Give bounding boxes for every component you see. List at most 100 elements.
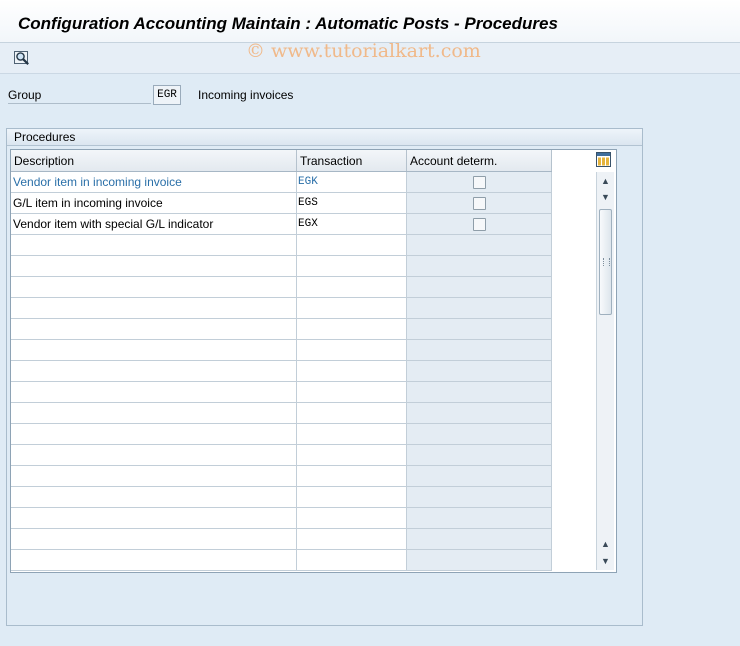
account-determ-cell bbox=[407, 193, 552, 214]
empty-cell bbox=[407, 550, 552, 571]
scrollbar-thumb[interactable] bbox=[599, 209, 612, 315]
scroll-up-icon[interactable]: ▲ bbox=[597, 173, 614, 189]
empty-table-row[interactable] bbox=[11, 340, 552, 361]
empty-cell bbox=[407, 319, 552, 340]
account-determ-checkbox[interactable] bbox=[472, 217, 486, 231]
empty-table-row[interactable] bbox=[11, 445, 552, 466]
empty-cell bbox=[407, 403, 552, 424]
empty-cell[interactable] bbox=[11, 382, 297, 403]
empty-cell bbox=[407, 466, 552, 487]
empty-cell[interactable] bbox=[11, 466, 297, 487]
empty-table-row[interactable] bbox=[11, 235, 552, 256]
empty-cell[interactable] bbox=[297, 319, 407, 340]
empty-table-row[interactable] bbox=[11, 529, 552, 550]
empty-table-row[interactable] bbox=[11, 298, 552, 319]
empty-table-row[interactable] bbox=[11, 424, 552, 445]
account-determ-cell bbox=[407, 172, 552, 193]
empty-cell[interactable] bbox=[11, 445, 297, 466]
empty-cell[interactable] bbox=[11, 340, 297, 361]
empty-table-row[interactable] bbox=[11, 361, 552, 382]
scroll-up-icon[interactable]: ▲ bbox=[597, 536, 614, 552]
description-cell[interactable]: G/L item in incoming invoice bbox=[11, 193, 297, 214]
find-icon bbox=[14, 51, 29, 65]
window-title: Configuration Accounting Maintain : Auto… bbox=[18, 14, 558, 33]
empty-cell[interactable] bbox=[297, 550, 407, 571]
empty-cell[interactable] bbox=[297, 361, 407, 382]
scroll-down-icon[interactable]: ▼ bbox=[597, 189, 614, 205]
watermark: © www.tutorialkart.com bbox=[246, 40, 481, 62]
table-body: Vendor item in incoming invoice EGK G/L … bbox=[11, 172, 552, 571]
empty-cell[interactable] bbox=[297, 466, 407, 487]
transaction-cell[interactable]: EGS bbox=[297, 193, 407, 214]
empty-cell bbox=[407, 487, 552, 508]
empty-table-row[interactable] bbox=[11, 508, 552, 529]
empty-cell[interactable] bbox=[11, 403, 297, 424]
empty-cell[interactable] bbox=[297, 235, 407, 256]
empty-table-row[interactable] bbox=[11, 487, 552, 508]
empty-cell[interactable] bbox=[297, 382, 407, 403]
empty-cell[interactable] bbox=[11, 277, 297, 298]
empty-cell[interactable] bbox=[297, 487, 407, 508]
empty-cell[interactable] bbox=[11, 256, 297, 277]
account-determ-checkbox[interactable] bbox=[472, 175, 486, 189]
vertical-scrollbar[interactable]: ▲ ▼ ▲ ▼ bbox=[596, 172, 614, 570]
empty-cell bbox=[407, 235, 552, 256]
empty-table-row[interactable] bbox=[11, 403, 552, 424]
empty-cell bbox=[407, 361, 552, 382]
group-label: Group bbox=[8, 88, 151, 104]
empty-cell[interactable] bbox=[297, 508, 407, 529]
empty-cell[interactable] bbox=[11, 424, 297, 445]
empty-cell[interactable] bbox=[11, 508, 297, 529]
procedures-table: Description Transaction Account determ. … bbox=[10, 149, 617, 573]
empty-cell bbox=[407, 382, 552, 403]
empty-cell bbox=[407, 256, 552, 277]
scroll-down-icon[interactable]: ▼ bbox=[597, 553, 614, 569]
group-field[interactable]: EGR bbox=[153, 85, 181, 105]
empty-cell bbox=[407, 445, 552, 466]
empty-cell[interactable] bbox=[11, 319, 297, 340]
column-header-transaction[interactable]: Transaction bbox=[297, 150, 407, 171]
empty-cell[interactable] bbox=[11, 298, 297, 319]
group-description: Incoming invoices bbox=[198, 88, 294, 102]
find-button[interactable] bbox=[12, 48, 32, 68]
empty-cell bbox=[407, 424, 552, 445]
table-row[interactable]: Vendor item in incoming invoice EGK bbox=[11, 172, 552, 193]
empty-table-row[interactable] bbox=[11, 256, 552, 277]
description-cell[interactable]: Vendor item in incoming invoice bbox=[11, 172, 297, 193]
transaction-cell[interactable]: EGX bbox=[297, 214, 407, 235]
empty-cell bbox=[407, 298, 552, 319]
empty-table-row[interactable] bbox=[11, 277, 552, 298]
table-header: Description Transaction Account determ. bbox=[11, 150, 552, 172]
empty-cell[interactable] bbox=[297, 256, 407, 277]
empty-cell[interactable] bbox=[11, 550, 297, 571]
empty-cell[interactable] bbox=[297, 445, 407, 466]
empty-cell bbox=[407, 508, 552, 529]
column-header-description[interactable]: Description bbox=[11, 150, 297, 171]
grip-icon bbox=[603, 258, 610, 266]
table-settings-button[interactable] bbox=[595, 151, 612, 168]
table-row[interactable]: G/L item in incoming invoice EGS bbox=[11, 193, 552, 214]
empty-cell[interactable] bbox=[297, 529, 407, 550]
empty-table-row[interactable] bbox=[11, 466, 552, 487]
table-row[interactable]: Vendor item with special G/L indicator E… bbox=[11, 214, 552, 235]
account-determ-cell bbox=[407, 214, 552, 235]
empty-cell[interactable] bbox=[297, 298, 407, 319]
empty-table-row[interactable] bbox=[11, 550, 552, 571]
empty-cell bbox=[407, 529, 552, 550]
empty-cell[interactable] bbox=[297, 403, 407, 424]
table-settings-icon bbox=[596, 152, 611, 167]
empty-cell[interactable] bbox=[11, 487, 297, 508]
empty-cell[interactable] bbox=[297, 424, 407, 445]
empty-table-row[interactable] bbox=[11, 319, 552, 340]
description-cell[interactable]: Vendor item with special G/L indicator bbox=[11, 214, 297, 235]
empty-table-row[interactable] bbox=[11, 382, 552, 403]
column-header-account-determ[interactable]: Account determ. bbox=[407, 150, 552, 171]
empty-cell[interactable] bbox=[297, 340, 407, 361]
account-determ-checkbox[interactable] bbox=[472, 196, 486, 210]
transaction-cell[interactable]: EGK bbox=[297, 172, 407, 193]
empty-cell[interactable] bbox=[297, 277, 407, 298]
empty-cell[interactable] bbox=[11, 361, 297, 382]
empty-cell[interactable] bbox=[11, 235, 297, 256]
empty-cell[interactable] bbox=[11, 529, 297, 550]
empty-cell bbox=[407, 340, 552, 361]
